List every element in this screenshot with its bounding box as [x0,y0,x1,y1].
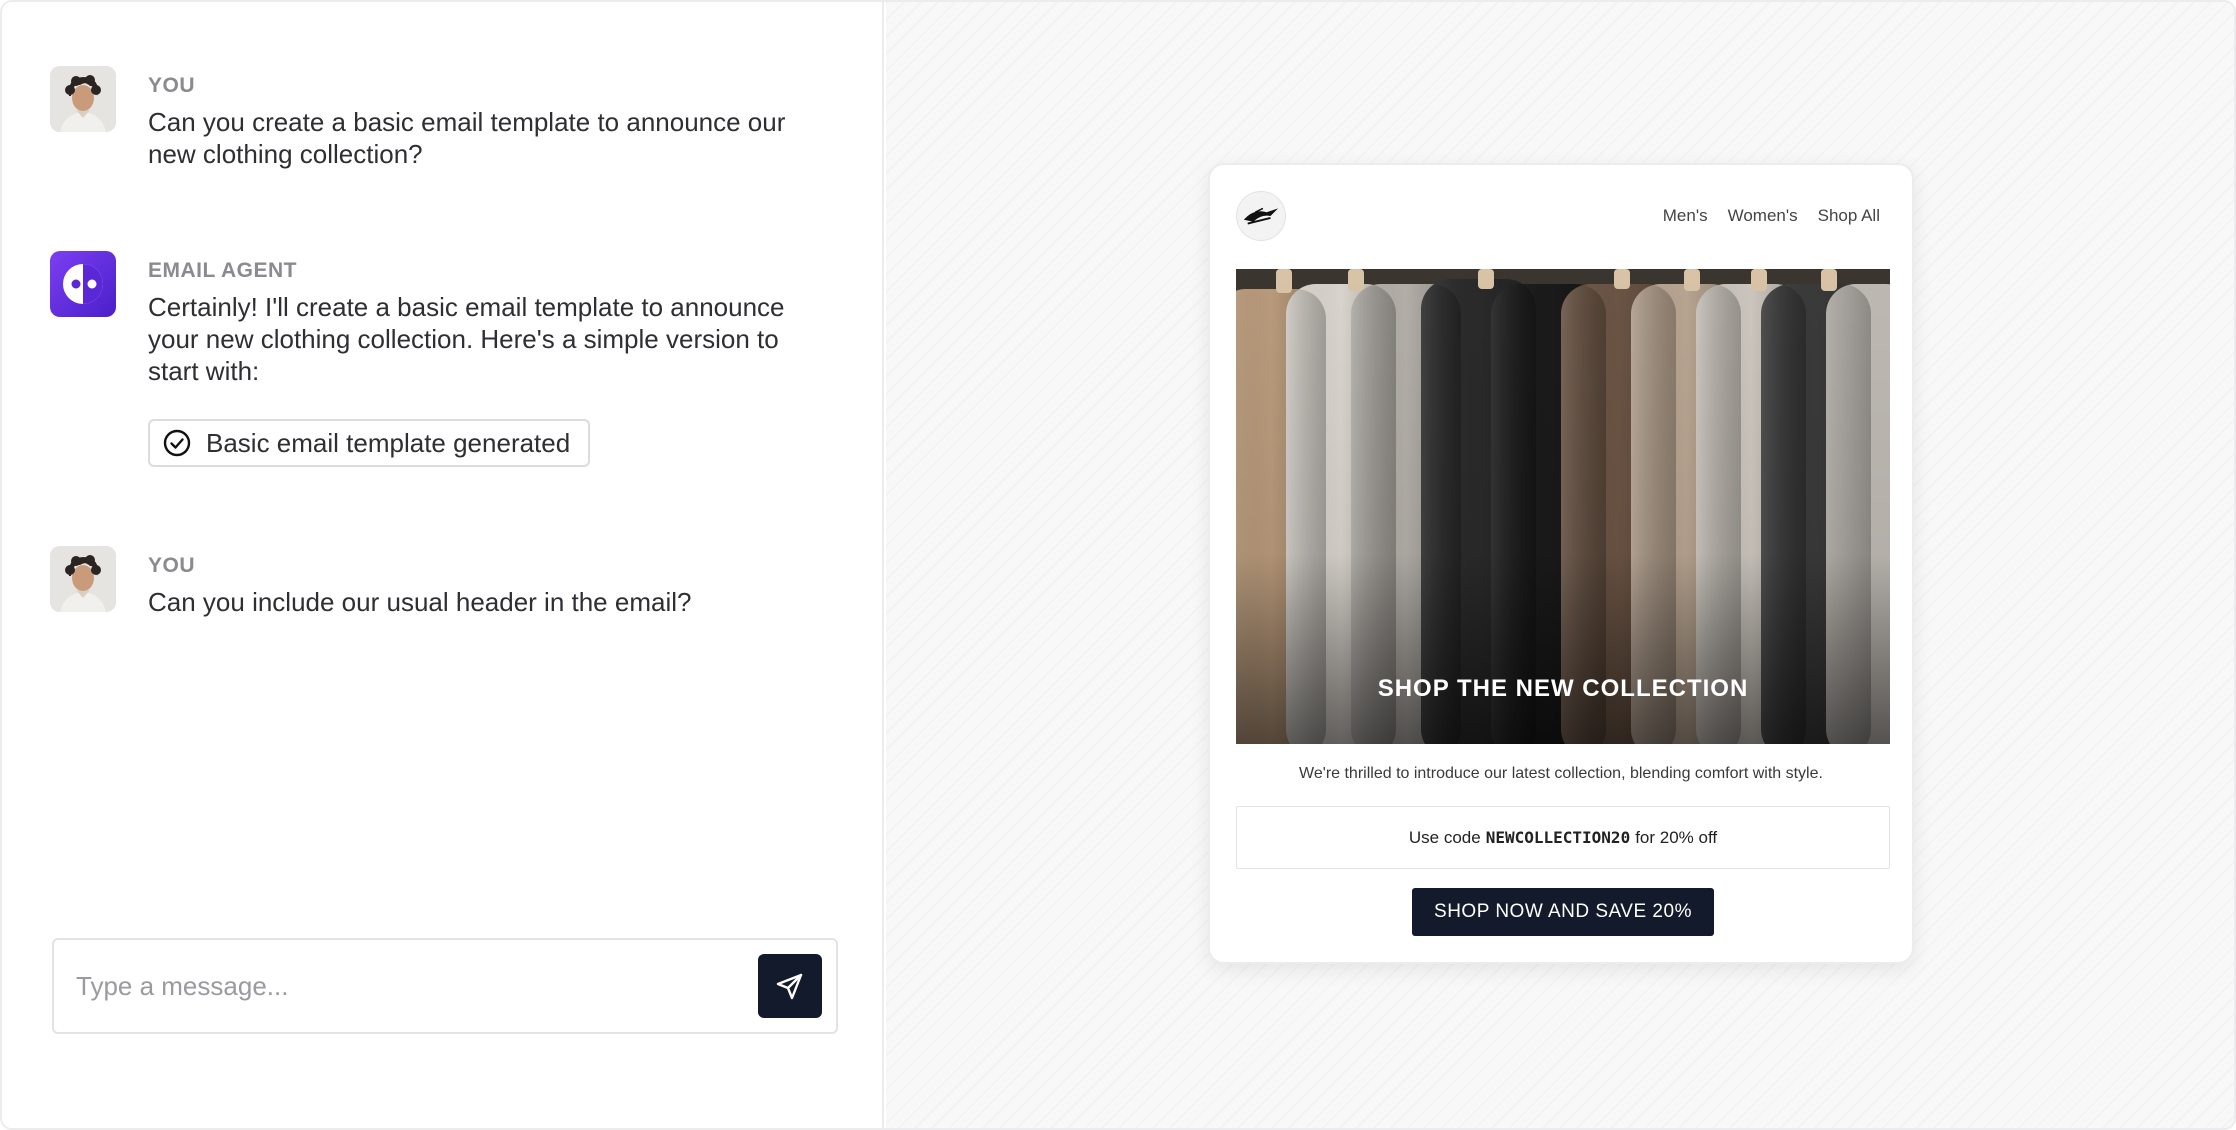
email-intro-text: We're thrilled to introduce our latest c… [1299,765,1823,782]
nav-link-mens[interactable]: Men's [1663,206,1708,226]
send-button[interactable] [758,954,822,1018]
clothing-rack-image [1236,269,1890,744]
chat-message-user: YOU Can you include our usual header in … [50,546,842,618]
message-text: Certainly! I'll create a basic email tem… [148,292,785,386]
user-avatar [50,546,116,612]
check-circle-icon [163,429,191,457]
app-window: YOU Can you create a basic email templat… [0,0,2236,1130]
message-composer [52,938,838,1034]
chat-message-user: YOU Can you create a basic email templat… [50,66,842,170]
user-avatar [50,66,116,132]
nav-link-shop-all[interactable]: Shop All [1818,206,1880,226]
message-sender: EMAIL AGENT [148,259,298,282]
chat-message-agent: EMAIL AGENT Certainly! I'll create a bas… [50,251,842,467]
message-text: Can you include our usual header in the … [148,587,692,617]
email-agent-logo [50,251,116,317]
hero-title: SHOP THE NEW COLLECTION [1377,675,1749,702]
promo-code-box: Use code NEWCOLLECTION20 for 20% off [1236,806,1890,869]
promo-code: NEWCOLLECTION20 [1485,828,1631,847]
nav-link-womens[interactable]: Women's [1728,206,1798,226]
chip-label: Basic email template generated [206,427,571,458]
hero-image[interactable]: SHOP THE NEW COLLECTION [1236,269,1890,744]
email-preview-panel: Men's Women's Shop All SHOP THE NEW COLL… [886,2,2234,1128]
message-text: Can you create a basic email template to… [148,107,786,169]
shop-now-button[interactable]: SHOP NOW AND SAVE 20% [1412,888,1714,936]
promo-text-before: Use code [1408,827,1481,847]
email-header-nav: Men's Women's Shop All [1663,206,1880,226]
chat-panel: YOU Can you create a basic email templat… [2,2,884,1128]
brand-logo-icon[interactable] [1236,191,1286,241]
message-input[interactable] [54,970,758,1002]
email-preview-card: Men's Women's Shop All SHOP THE NEW COLL… [1208,163,1914,964]
send-icon [776,973,803,1000]
message-sender: YOU [148,554,196,577]
promo-text-after: for 20% off [1635,827,1718,847]
template-generated-chip[interactable]: Basic email template generated [148,419,591,467]
message-sender: YOU [148,74,196,97]
